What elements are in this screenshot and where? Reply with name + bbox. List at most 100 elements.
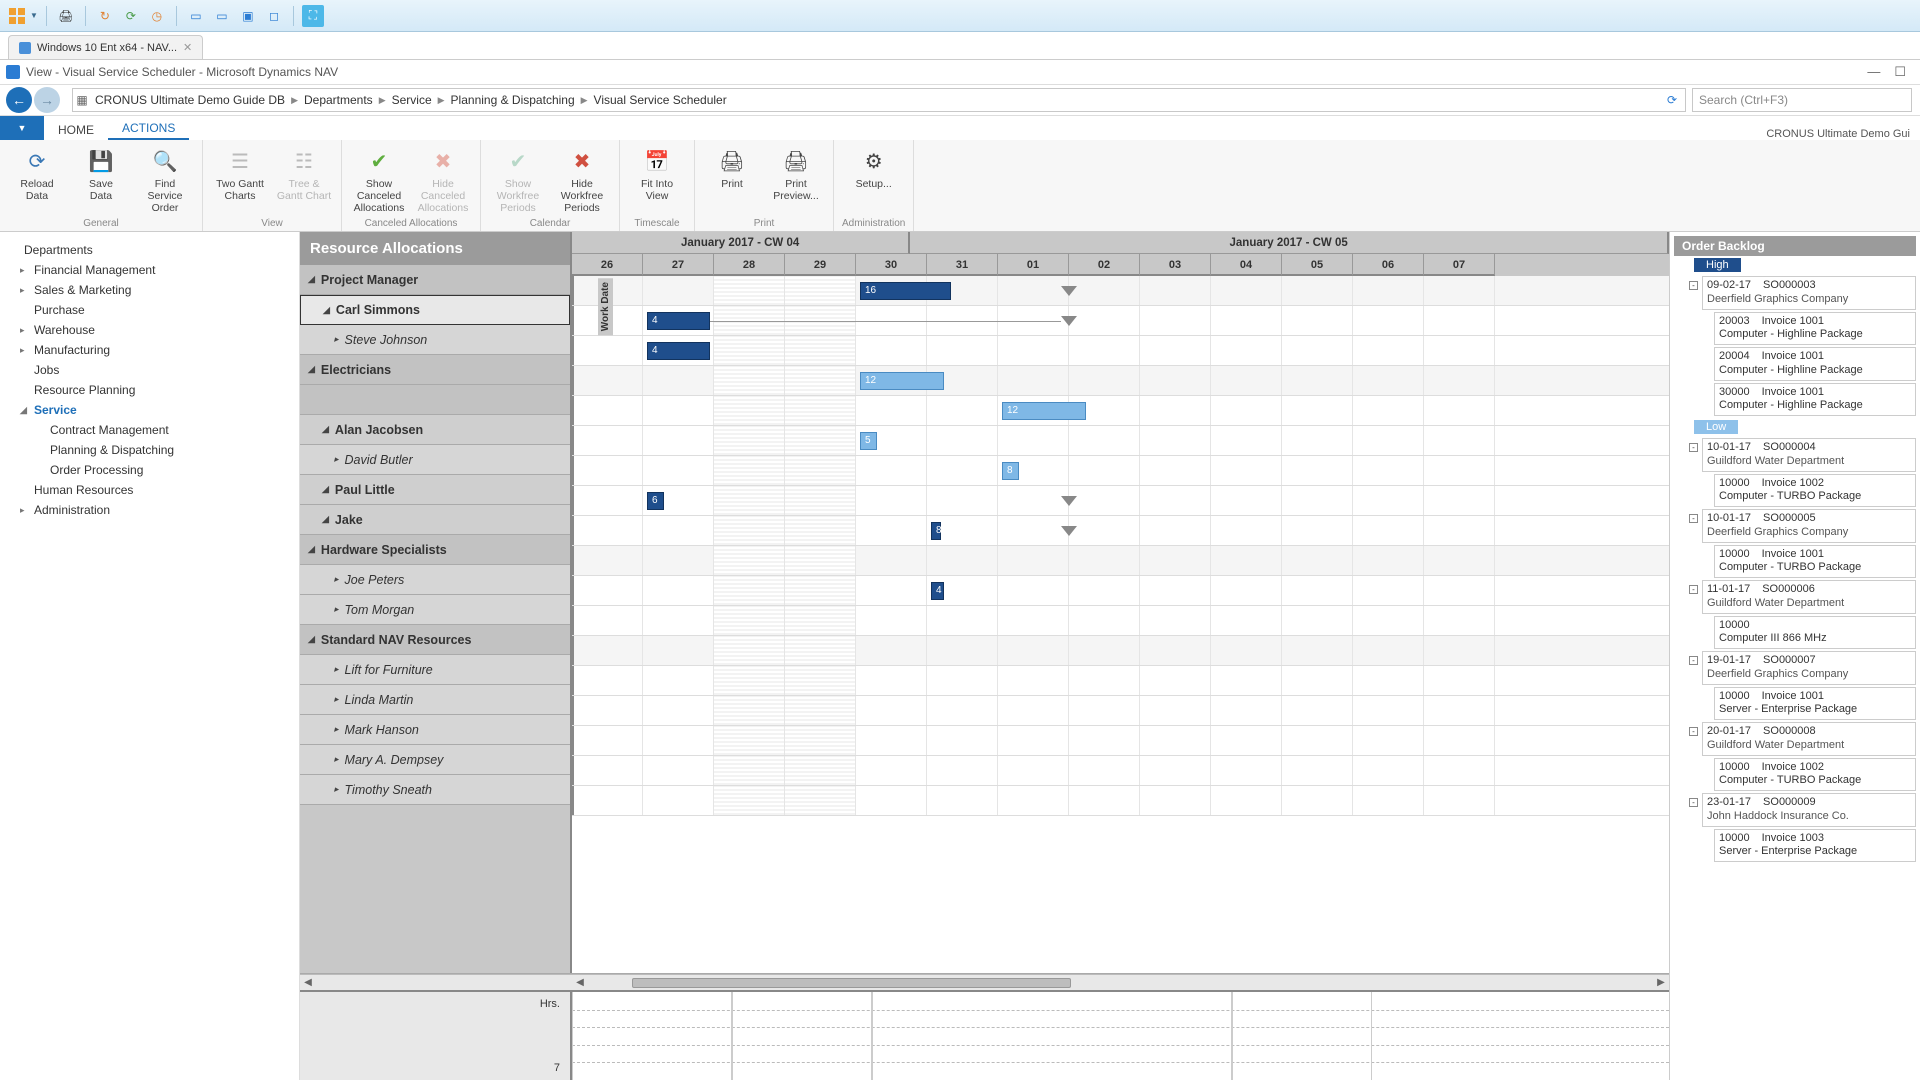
backlog-item[interactable]: 30000Invoice 1001Computer - Highline Pac…: [1714, 383, 1916, 417]
backlog-order[interactable]: -10-01-17SO000005Deerfield Graphics Comp…: [1702, 509, 1916, 543]
order-backlog[interactable]: Order Backlog - High -09-02-17SO000003De…: [1670, 232, 1920, 1080]
forward-button[interactable]: →: [34, 87, 60, 113]
resource-row[interactable]: ◢Jake: [300, 505, 570, 535]
timeline-row[interactable]: [572, 546, 1669, 576]
nav-departments[interactable]: Departments: [6, 240, 293, 260]
screen1-icon[interactable]: ▭: [185, 5, 207, 27]
backlog-item[interactable]: 10000Invoice 1002Computer - TURBO Packag…: [1714, 758, 1916, 792]
allocation-bar[interactable]: 4: [647, 342, 710, 360]
allocation-bar[interactable]: 16: [860, 282, 951, 300]
timeline-row[interactable]: 8: [572, 456, 1669, 486]
timeline-row[interactable]: [572, 666, 1669, 696]
nav-item[interactable]: Jobs: [6, 360, 293, 380]
priority-high[interactable]: High: [1694, 258, 1741, 272]
screen3-icon[interactable]: ▣: [237, 5, 259, 27]
resource-row[interactable]: ◢Project Manager: [300, 265, 570, 295]
resource-row[interactable]: ◢Electricians: [300, 355, 570, 385]
backlog-order[interactable]: -20-01-17SO000008Guildford Water Departm…: [1702, 722, 1916, 756]
backlog-order[interactable]: -10-01-17SO000004Guildford Water Departm…: [1702, 438, 1916, 472]
crumb-service[interactable]: Service: [388, 93, 436, 107]
resource-row[interactable]: ◢Carl Simmons: [300, 295, 570, 325]
resource-row[interactable]: ◢Alan Jacobsen: [300, 415, 570, 445]
backlog-item[interactable]: 20003Invoice 1001Computer - Highline Pac…: [1714, 312, 1916, 346]
allocation-bar[interactable]: 8: [1002, 462, 1019, 480]
resource-row[interactable]: ◢Standard NAV Resources: [300, 625, 570, 655]
nav-item[interactable]: ▸Manufacturing: [6, 340, 293, 360]
nav-item[interactable]: ▸Sales & Marketing: [6, 280, 293, 300]
timeline-row[interactable]: 4: [572, 306, 1669, 336]
close-tab-icon[interactable]: ✕: [183, 41, 192, 54]
nav-item[interactable]: Human Resources: [6, 480, 293, 500]
timeline-row[interactable]: [572, 636, 1669, 666]
allocation-bar[interactable]: 5: [860, 432, 877, 450]
app-menu-icon[interactable]: [6, 5, 28, 27]
backlog-order[interactable]: -23-01-17SO000009John Haddock Insurance …: [1702, 793, 1916, 827]
backlog-item[interactable]: 10000Invoice 1001Server - Enterprise Pac…: [1714, 687, 1916, 721]
refresh-crumb-icon[interactable]: ⟳: [1659, 93, 1685, 107]
print-preview-button[interactable]: 🖨PrintPreview...: [767, 144, 825, 216]
backlog-item[interactable]: 10000Invoice 1001Computer - TURBO Packag…: [1714, 545, 1916, 579]
clock-icon[interactable]: ◷: [146, 5, 168, 27]
allocation-bar[interactable]: 4: [931, 582, 944, 600]
hide-workfree-button[interactable]: ✖Hide WorkfreePeriods: [553, 144, 611, 216]
nav-subitem[interactable]: Order Processing: [6, 460, 293, 480]
refresh-icon[interactable]: ↻: [94, 5, 116, 27]
print-icon[interactable]: 🖨: [55, 5, 77, 27]
backlog-item[interactable]: 10000Invoice 1002Computer - TURBO Packag…: [1714, 474, 1916, 508]
resource-row[interactable]: ▸Lift for Furniture: [300, 655, 570, 685]
fullscreen-icon[interactable]: ⛶: [302, 5, 324, 27]
resource-row[interactable]: ▸Tom Morgan: [300, 595, 570, 625]
timeline-row[interactable]: 4: [572, 336, 1669, 366]
nav-item[interactable]: Resource Planning: [6, 380, 293, 400]
vm-tab[interactable]: Windows 10 Ent x64 - NAV... ✕: [8, 35, 203, 59]
nav-subitem[interactable]: Contract Management: [6, 420, 293, 440]
maximize-button[interactable]: ☐: [1894, 64, 1906, 80]
crumb-departments[interactable]: Departments: [300, 93, 377, 107]
resource-row[interactable]: ▸David Butler: [300, 445, 570, 475]
allocation-bar[interactable]: 12: [860, 372, 944, 390]
reload-data-button[interactable]: ⟳ReloadData: [8, 144, 66, 216]
resource-row[interactable]: ▸Joe Peters: [300, 565, 570, 595]
screen4-icon[interactable]: ◻: [263, 5, 285, 27]
backlog-item[interactable]: 10000Computer III 866 MHz: [1714, 616, 1916, 650]
resource-row[interactable]: ▸Mary A. Dempsey: [300, 745, 570, 775]
resource-row[interactable]: ◢Paul Little: [300, 475, 570, 505]
save-data-button[interactable]: 💾SaveData: [72, 144, 130, 216]
tab-home[interactable]: HOME: [44, 119, 108, 140]
crumb-vss[interactable]: Visual Service Scheduler: [590, 93, 731, 107]
nav-item[interactable]: ▸Financial Management: [6, 260, 293, 280]
timeline-row[interactable]: [572, 726, 1669, 756]
nav-subitem[interactable]: Planning & Dispatching: [6, 440, 293, 460]
breadcrumb[interactable]: ▦ CRONUS Ultimate Demo Guide DB▶ Departm…: [72, 88, 1686, 112]
setup-button[interactable]: ⚙Setup...: [845, 144, 903, 216]
tab-actions[interactable]: ACTIONS: [108, 117, 189, 140]
timeline-row[interactable]: [572, 756, 1669, 786]
dropdown-icon[interactable]: ▼: [30, 11, 38, 20]
resource-row[interactable]: ▸Linda Martin: [300, 685, 570, 715]
nav-item[interactable]: Purchase: [6, 300, 293, 320]
nav-item[interactable]: ▸Administration: [6, 500, 293, 520]
allocation-bar[interactable]: 6: [647, 492, 664, 510]
allocation-bar[interactable]: 4: [647, 312, 710, 330]
allocation-bar[interactable]: 8: [931, 522, 941, 540]
timeline-row[interactable]: 6: [572, 486, 1669, 516]
timeline[interactable]: Work Date January 2017 - CW 04January 20…: [572, 232, 1669, 973]
timeline-row[interactable]: 16: [572, 276, 1669, 306]
timeline-row[interactable]: [572, 606, 1669, 636]
timeline-row[interactable]: 4: [572, 576, 1669, 606]
resource-row[interactable]: ▸Steve Johnson: [300, 325, 570, 355]
nav-item[interactable]: ▸Warehouse: [6, 320, 293, 340]
reload-icon[interactable]: ⟳: [120, 5, 142, 27]
timeline-hscroll[interactable]: ◀▶: [572, 974, 1669, 990]
two-gantt-button[interactable]: ☰Two GanttCharts: [211, 144, 269, 216]
screen2-icon[interactable]: ▭: [211, 5, 233, 27]
resource-row[interactable]: ▸Mark Hanson: [300, 715, 570, 745]
backlog-order[interactable]: -19-01-17SO000007Deerfield Graphics Comp…: [1702, 651, 1916, 685]
app-menu-button[interactable]: ▼: [0, 116, 44, 140]
minimize-button[interactable]: —: [1867, 64, 1880, 80]
resource-row[interactable]: ◢Hardware Specialists: [300, 535, 570, 565]
priority-low[interactable]: Low: [1694, 420, 1738, 434]
timeline-row[interactable]: 1212: [572, 366, 1669, 396]
search-input[interactable]: Search (Ctrl+F3): [1692, 88, 1912, 112]
backlog-order[interactable]: -11-01-17SO000006Guildford Water Departm…: [1702, 580, 1916, 614]
